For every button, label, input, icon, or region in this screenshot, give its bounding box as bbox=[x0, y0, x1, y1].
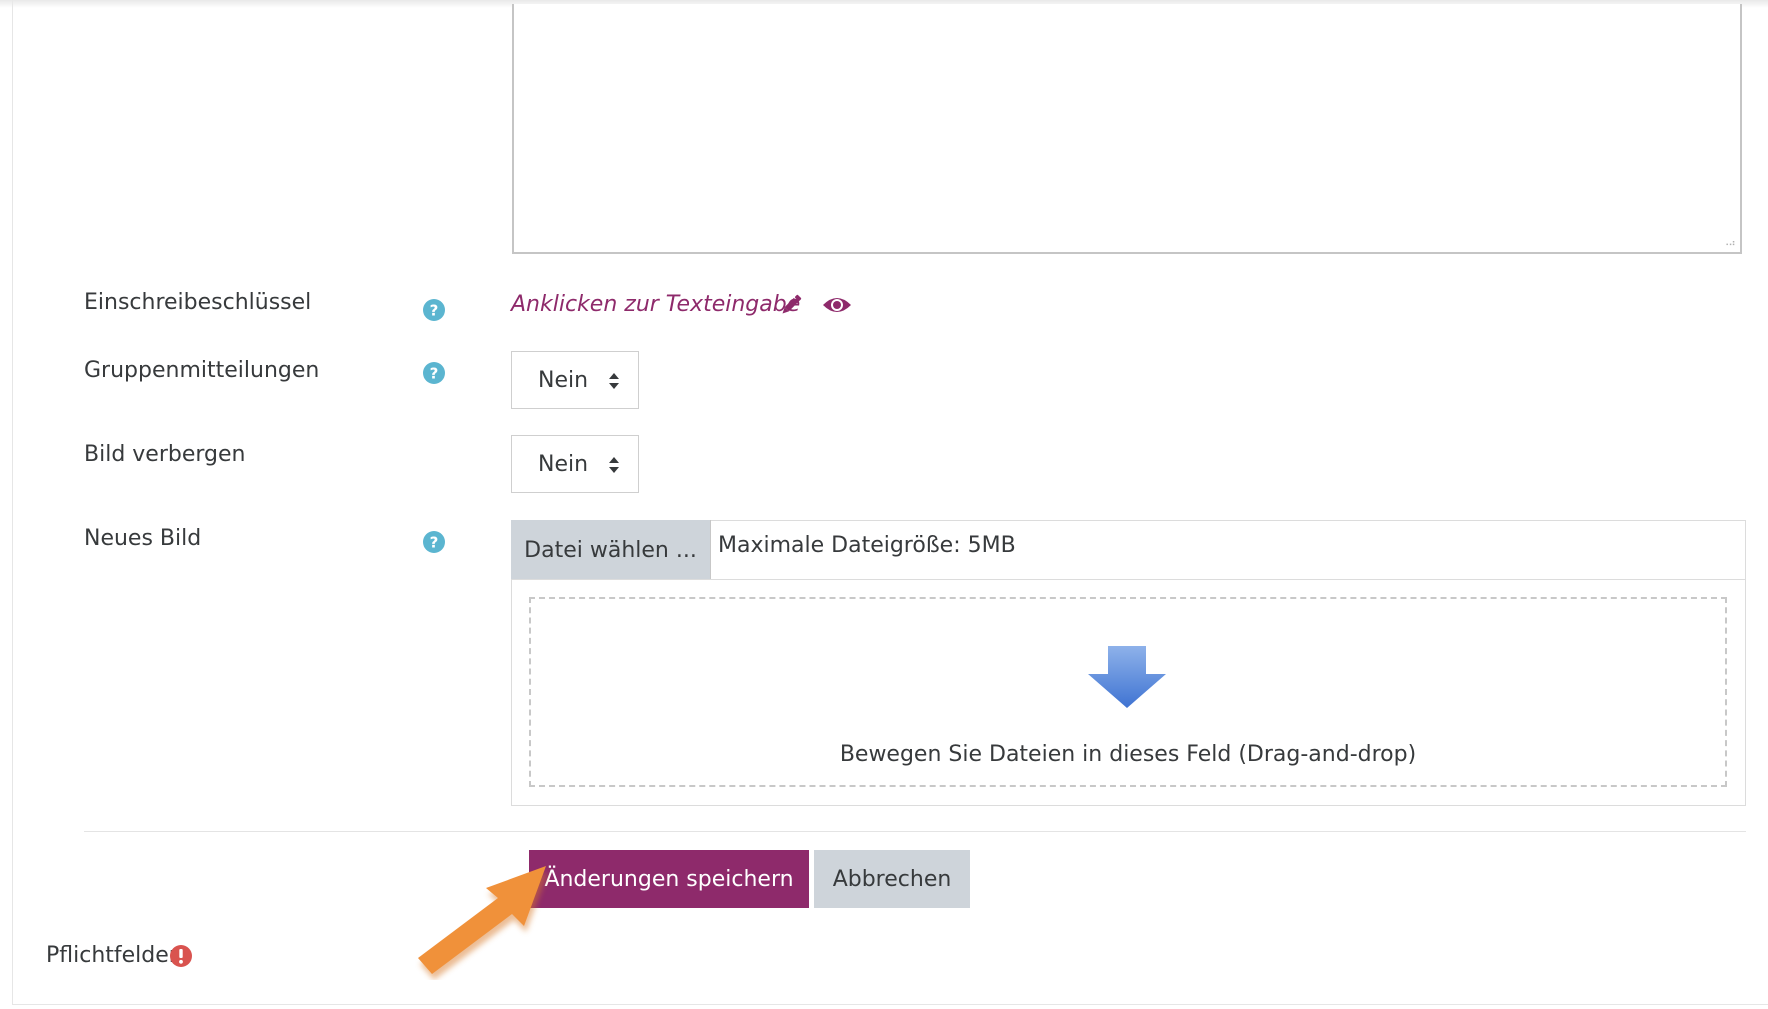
max-file-size-text: Maximale Dateigröße: 5MB bbox=[718, 533, 1016, 558]
hide-picture-select[interactable]: Nein bbox=[511, 435, 639, 493]
down-arrow-icon bbox=[1088, 646, 1166, 708]
new-picture-label: Neues Bild bbox=[84, 526, 202, 551]
hide-picture-label: Bild verbergen bbox=[84, 442, 246, 467]
resize-grip-icon[interactable]: ⠠⠴ bbox=[1722, 238, 1736, 250]
question-circle-icon[interactable]: ? bbox=[422, 298, 446, 322]
enrolment-key-inplace-edit[interactable]: Anklicken zur Texteingabe bbox=[511, 290, 800, 320]
exclamation-circle-icon bbox=[170, 945, 192, 967]
hide-picture-value: Nein bbox=[538, 452, 589, 477]
group-messaging-select[interactable]: Nein bbox=[511, 351, 639, 409]
enrolment-key-label: Einschreibeschlüssel bbox=[84, 290, 312, 315]
sort-arrows-icon bbox=[609, 373, 619, 389]
eye-icon[interactable] bbox=[822, 294, 852, 316]
file-picker-divider bbox=[511, 579, 1746, 580]
form-divider bbox=[84, 831, 1746, 832]
svg-text:?: ? bbox=[430, 365, 439, 383]
save-changes-button[interactable]: Änderungen speichern bbox=[529, 850, 809, 908]
pointer-arrow-annotation bbox=[418, 866, 548, 980]
description-textarea[interactable] bbox=[512, 4, 1742, 254]
question-circle-icon[interactable]: ? bbox=[422, 530, 446, 554]
question-circle-icon[interactable]: ? bbox=[422, 361, 446, 385]
choose-file-button[interactable]: Datei wählen ... bbox=[511, 520, 711, 580]
svg-text:?: ? bbox=[430, 534, 439, 552]
cancel-button[interactable]: Abbrechen bbox=[814, 850, 970, 908]
group-messaging-value: Nein bbox=[538, 368, 589, 393]
required-fields-note: Pflichtfelder bbox=[46, 943, 178, 968]
dropzone-instructions: Bewegen Sie Dateien in dieses Feld (Drag… bbox=[839, 742, 1417, 767]
pencil-icon[interactable] bbox=[778, 292, 804, 318]
svg-text:?: ? bbox=[430, 302, 439, 320]
sort-arrows-icon bbox=[609, 457, 619, 473]
group-messaging-label: Gruppenmitteilungen bbox=[84, 358, 320, 383]
